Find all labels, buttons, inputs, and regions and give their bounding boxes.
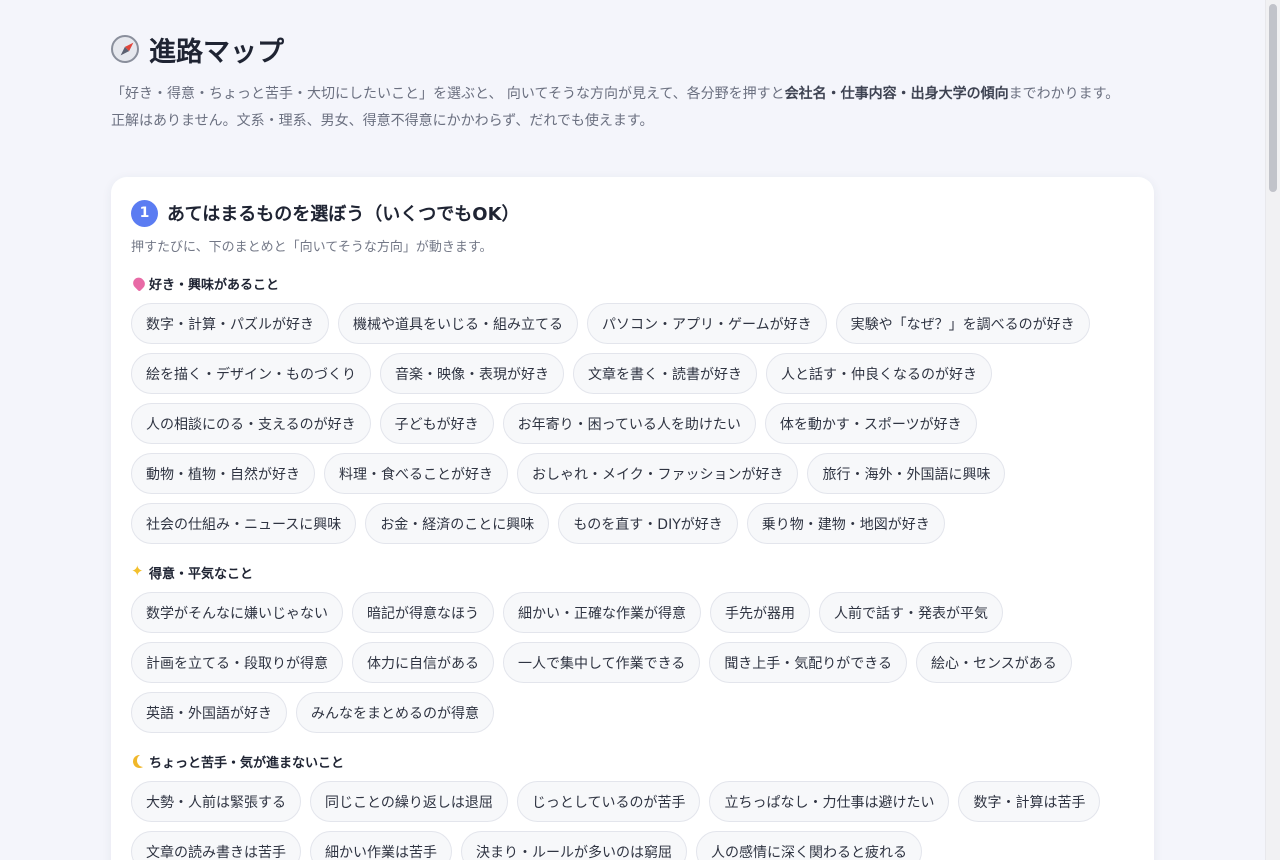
option-chip[interactable]: 子どもが好き (379, 403, 494, 444)
section-label-text: 好き・興味があること (149, 277, 280, 293)
page-title-text: 進路マップ (149, 36, 284, 68)
option-chip[interactable]: 一人で集中して作業できる (503, 642, 701, 683)
option-chip[interactable]: 大勢・人前は緊張する (131, 781, 301, 822)
option-chip[interactable]: 体を動かす・スポーツが好き (764, 403, 977, 444)
header: 進路マップ 「好き・得意・ちょっと苦手・大切にしたいこと」を選ぶと、 向いてそう… (111, 30, 1154, 133)
option-chip[interactable]: 動物・植物・自然が好き (131, 453, 315, 494)
option-chip[interactable]: 社会の仕組み・ニュースに興味 (131, 503, 357, 544)
step-number-badge: 1 (131, 199, 158, 227)
option-chip[interactable]: 文章を書く・読書が好き (573, 353, 757, 394)
chip-group: 数学がそんなに嫌いじゃない 暗記が得意なほう 細かい・正確な作業が得意 手先が器用 人前… (131, 592, 1134, 733)
section-label-text: 得意・平気なこと (149, 566, 254, 582)
intro-bold: 会社名・仕事内容・出身大学の傾向 (784, 86, 1009, 102)
step1-card: 1 あてはまるものを選ぼう（いくつでもOK） 押すたびに、下のまとめと「向いてそ… (111, 177, 1154, 860)
option-chip[interactable]: 絵心・センスがある (916, 642, 1072, 683)
step-header: 1 あてはまるものを選ぼう（いくつでもOK） (131, 199, 1134, 227)
option-chip[interactable]: 手先が器用 (710, 592, 810, 633)
option-chip[interactable]: ものを直す・DIYが好き (558, 503, 738, 544)
option-chip[interactable]: 細かい作業は苦手 (310, 831, 452, 860)
section-label-text: ちょっと苦手・気が進まないこと (149, 755, 345, 771)
option-chip[interactable]: 人前で話す・発表が平気 (819, 592, 1003, 633)
intro-text: 「好き・得意・ちょっと苦手・大切にしたいこと」を選ぶと、 向いてそうな方向が見え… (111, 82, 1141, 106)
option-chip[interactable]: 聞き上手・気配りができる (709, 642, 908, 683)
option-chip[interactable]: 体力に自信がある (352, 642, 494, 683)
option-chip[interactable]: 機械や道具をいじる・組み立てる (338, 303, 578, 344)
step-title: あてはまるものを選ぼう（いくつでもOK） (167, 204, 520, 225)
sparkle-icon (131, 562, 147, 580)
intro-note: 正解はありません。文系・理系、男女、得意不得意にかかわらず、だれでも使えます。 (111, 113, 654, 129)
option-chip[interactable]: 数字・計算は苦手 (958, 781, 1101, 822)
section-label: ちょっと苦手・気が進まないこと (131, 751, 1134, 771)
intro-part2: までわかります。 (1008, 86, 1120, 102)
option-chip[interactable]: 細かい・正確な作業が得意 (503, 592, 701, 633)
option-chip[interactable]: 立ちっぱなし・力仕事は避けたい (709, 781, 950, 822)
option-chip[interactable]: 決まり・ルールが多いのは窮屈 (461, 831, 687, 860)
intro-part1: 「好き・得意・ちょっと苦手・大切にしたいこと」を選ぶと、 向いてそうな方向が見え… (111, 86, 785, 102)
option-chip[interactable]: パソコン・アプリ・ゲームが好き (587, 303, 827, 344)
option-chip[interactable]: じっとしているのが苦手 (516, 781, 701, 822)
compass-icon (111, 35, 139, 63)
option-chip[interactable]: 数学がそんなに嫌いじゃない (131, 592, 343, 633)
option-chip[interactable]: 絵を描く・デザイン・ものづくり (131, 353, 371, 394)
option-chip[interactable]: お年寄り・困っている人を助けたい (502, 403, 756, 444)
option-chip[interactable]: 数字・計算・パズルが好き (131, 303, 329, 344)
option-chip[interactable]: 人の感情に深く関わると疲れる (696, 831, 922, 860)
option-chip[interactable]: 音楽・映像・表現が好き (380, 353, 564, 394)
chip-group: 大勢・人前は緊張する 同じことの繰り返しは退屈 じっとしているのが苦手 立ちっぱなし・… (131, 781, 1134, 860)
option-chip[interactable]: 実験や「なぜ？」を調べるのが好き (835, 303, 1090, 344)
section-likes: 好き・興味があること 数字・計算・パズルが好き 機械や道具をいじる・組み立てる パソ… (131, 273, 1134, 544)
option-chip[interactable]: 旅行・海外・外国語に興味 (807, 453, 1006, 494)
option-chip[interactable]: お金・経済のことに興味 (365, 503, 550, 544)
heart-icon (131, 275, 147, 291)
scrollbar[interactable] (1265, 0, 1280, 860)
page-title: 進路マップ (111, 30, 1154, 68)
option-chip[interactable]: おしゃれ・メイク・ファッションが好き (517, 453, 799, 494)
option-chip[interactable]: 料理・食べることが好き (324, 453, 508, 494)
option-chip[interactable]: 人の相談にのる・支えるのが好き (131, 403, 371, 444)
option-chip[interactable]: 計画を立てる・段取りが得意 (131, 642, 343, 683)
scrollbar-thumb[interactable] (1269, 4, 1277, 192)
section-label: 好き・興味があること (131, 273, 1134, 293)
option-chip[interactable]: 人と話す・仲良くなるのが好き (766, 353, 992, 394)
moon-icon (131, 753, 147, 769)
option-chip[interactable]: 同じことの繰り返しは退屈 (310, 781, 508, 822)
option-chip[interactable]: 英語・外国語が好き (131, 692, 287, 733)
section-strengths: 得意・平気なこと 数学がそんなに嫌いじゃない暗記が得意なほう細かい・正確な作業が… (131, 562, 1134, 733)
chip-group: 数字・計算・パズルが好き 機械や道具をいじる・組み立てる パソコン・アプリ・ゲームが… (131, 303, 1134, 544)
step-subtitle: 押すたびに、下のまとめと「向いてそうな方向」が動きます。 (131, 240, 493, 255)
option-chip[interactable]: 乗り物・建物・地図が好き (746, 503, 945, 544)
section-weaknesses: ちょっと苦手・気が進まないこと 大勢・人前は緊張する 同じことの繰り返しは退屈 じっ… (131, 751, 1134, 860)
page: 進路マップ 「好き・得意・ちょっと苦手・大切にしたいこと」を選ぶと、 向いてそう… (0, 0, 1280, 860)
option-chip[interactable]: 暗記が得意なほう (352, 592, 494, 633)
option-chip[interactable]: 文章の読み書きは苦手 (131, 831, 301, 860)
option-chip[interactable]: みんなをまとめるのが得意 (296, 692, 494, 733)
section-label: 得意・平気なこと (131, 562, 1134, 582)
